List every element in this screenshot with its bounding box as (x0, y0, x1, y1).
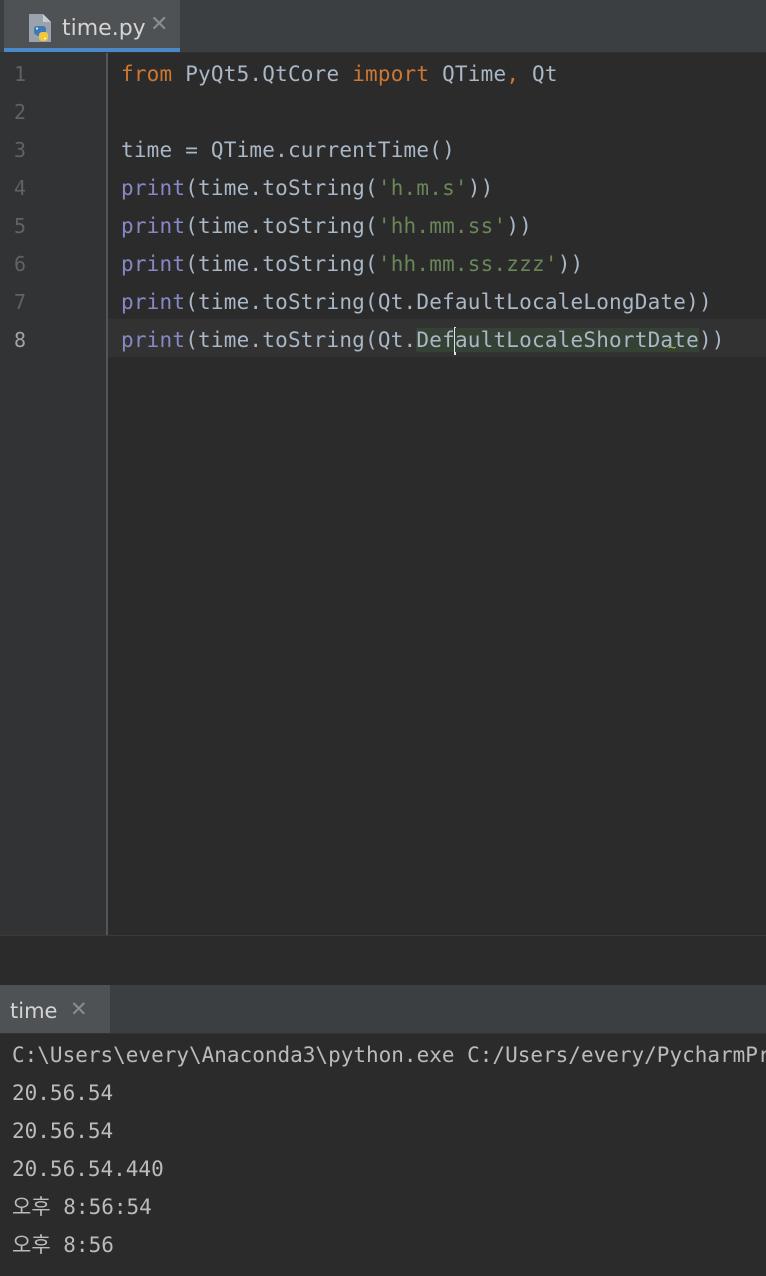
code-line-3: time = QTime.currentTime() (121, 138, 455, 162)
import-name: QTime (429, 62, 507, 86)
code-text: (time.toString( (185, 176, 378, 200)
editor-tab-time-py[interactable]: time.py ✕ (4, 0, 180, 52)
code-line-1: from PyQt5.QtCore import QTime, Qt (121, 55, 558, 93)
line-number: 7 (14, 290, 27, 314)
builtin-print: print (121, 252, 186, 276)
code-text: )) (557, 252, 584, 276)
builtin-print: print (121, 176, 186, 200)
run-console-output[interactable]: C:\Users\every\Anaconda3\python.exe C:/U… (0, 1034, 766, 1276)
line-number: 1 (14, 62, 27, 86)
builtin-print: print (121, 290, 186, 314)
console-line: 20.56.54 (12, 1081, 114, 1105)
run-tab-label: time (10, 999, 58, 1023)
keyword: from (121, 62, 173, 86)
editor-tab-bar: time.py ✕ (0, 0, 766, 53)
string-literal: 'h.m.s' (377, 176, 468, 200)
import-name: Qt (519, 62, 558, 86)
console-line: 오후 8:56:54 (12, 1195, 152, 1219)
string-literal: 'hh.mm.ss.zzz' (377, 252, 558, 276)
run-tab-bar: time ✕ (0, 985, 766, 1034)
code-editor[interactable]: 1 2 3 4 5 6 7 8 from PyQt5.QtCore import… (0, 53, 766, 935)
line-number: 6 (14, 252, 27, 276)
tab-filename: time.py (62, 16, 146, 41)
keyword: import (352, 62, 430, 86)
code-text: (time.toString( (185, 214, 378, 238)
console-line: 20.56.54 (12, 1119, 114, 1143)
console-line: 오후 8:56 (12, 1233, 114, 1257)
console-line: 20.56.54.440 (12, 1157, 164, 1181)
code-text: (time.toString(Qt.DefaultLocaleLongDate)… (185, 290, 712, 314)
code-text: (time.toString( (185, 252, 378, 276)
close-icon[interactable]: ✕ (150, 12, 168, 37)
identifier-highlight: Def (416, 328, 455, 352)
code-text: )) (698, 328, 725, 352)
code-line-8: print(time.toString(Qt.DefaultLocaleShor… (121, 321, 725, 359)
string-literal: 'hh.mm.ss' (377, 214, 507, 238)
code-line-5: print(time.toString('hh.mm.ss')) (121, 207, 532, 245)
code-line-6: print(time.toString('hh.mm.ss.zzz')) (121, 245, 583, 283)
close-icon[interactable]: ✕ (70, 997, 88, 1021)
line-number: 5 (14, 214, 27, 238)
editor-bottom-divider (0, 935, 766, 986)
code-line-4: print(time.toString('h.m.s')) (121, 169, 493, 207)
code-text: )) (467, 176, 494, 200)
code-line-7: print(time.toString(Qt.DefaultLocaleLong… (121, 283, 712, 321)
line-number: 4 (14, 176, 27, 200)
module-name: PyQt5.QtCore (172, 62, 353, 86)
identifier-highlight: aultLocaleShortDate (454, 328, 699, 352)
line-number: 3 (14, 138, 27, 162)
builtin-print: print (121, 328, 186, 352)
code-text: )) (506, 214, 532, 238)
console-line: C:\Users\every\Anaconda3\python.exe C:/U… (12, 1043, 766, 1067)
warning-squiggle-icon: ~ (668, 340, 677, 356)
line-number: 8 (14, 328, 27, 352)
python-file-icon (29, 14, 51, 42)
line-number: 2 (14, 100, 27, 124)
run-tab-time[interactable]: time ✕ (0, 985, 110, 1033)
builtin-print: print (121, 214, 186, 238)
comma: , (506, 62, 520, 86)
code-text: (time.toString(Qt. (185, 328, 417, 352)
line-number-gutter: 1 2 3 4 5 6 7 8 (0, 53, 108, 935)
